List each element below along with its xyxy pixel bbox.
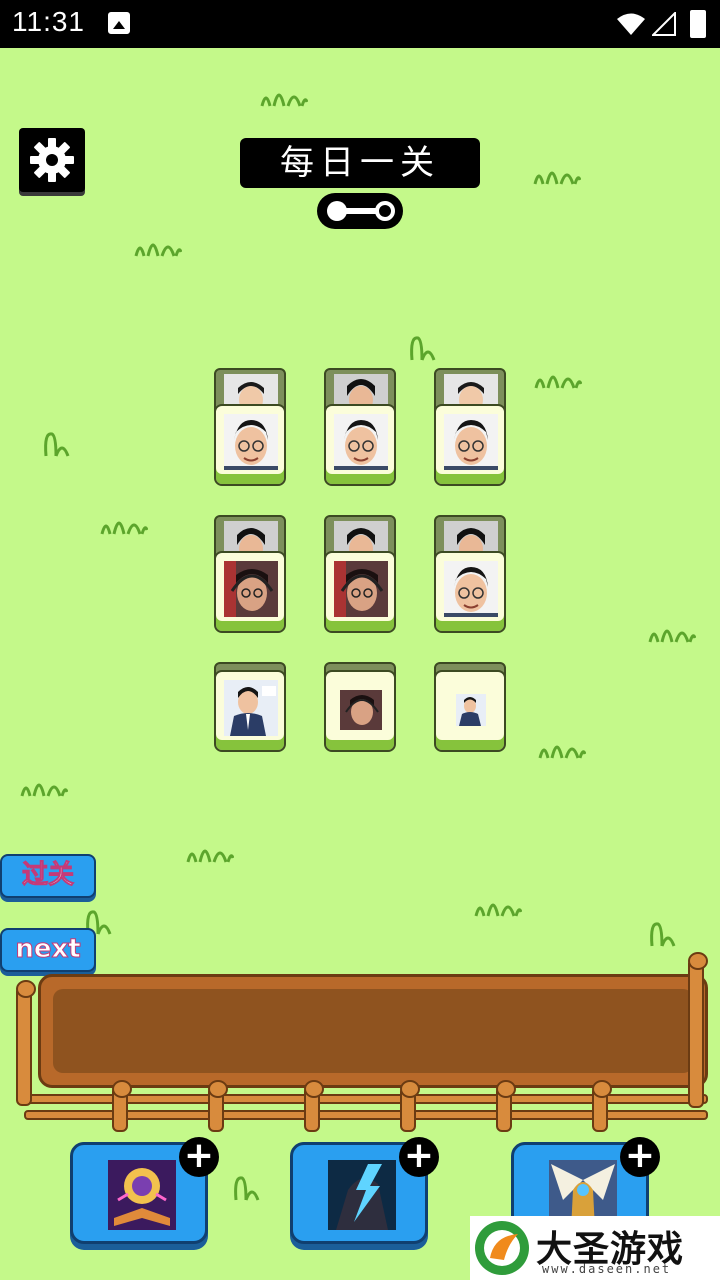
grass-icon — [533, 171, 581, 185]
grass-icon — [534, 375, 582, 389]
watermark: 大圣游戏网 www.daseen.net — [470, 1216, 720, 1280]
face-photo — [456, 694, 486, 726]
fence-post — [304, 1080, 324, 1132]
magic-book-icon — [108, 1160, 176, 1230]
site-logo-icon — [475, 1221, 529, 1275]
key-badge[interactable] — [317, 193, 403, 229]
add-powerup-button-2[interactable]: + — [399, 1137, 439, 1177]
tile-face[interactable] — [324, 404, 396, 486]
gallery-icon — [108, 12, 130, 34]
face-photo — [334, 561, 388, 617]
grass-icon — [260, 93, 308, 107]
fence-post — [16, 980, 36, 1106]
lightning-warrior-icon — [328, 1160, 396, 1230]
signal-icon — [652, 12, 676, 36]
fence-post — [496, 1080, 516, 1132]
tile-face[interactable] — [214, 670, 286, 752]
pass-level-button[interactable]: 过关 — [0, 854, 96, 898]
grass-icon — [134, 243, 182, 257]
key-icon — [327, 201, 395, 221]
add-powerup-button-1[interactable]: + — [179, 1137, 219, 1177]
next-button[interactable]: next — [0, 928, 96, 972]
level-title: 每日一关 — [240, 138, 480, 188]
grass-icon — [538, 745, 586, 759]
tile-face[interactable] — [434, 404, 506, 486]
tile-face[interactable] — [214, 404, 286, 486]
gear-icon — [30, 138, 74, 182]
face-photo — [444, 414, 498, 470]
powerup-button-1[interactable]: + — [70, 1137, 219, 1244]
status-time: 11:31 — [12, 6, 85, 37]
face-photo — [444, 561, 498, 617]
face-photo — [340, 690, 382, 730]
grass-icon — [44, 432, 70, 457]
grass-icon — [186, 849, 234, 863]
fence-post — [592, 1080, 612, 1132]
tile-face[interactable] — [434, 670, 506, 752]
slot-tray — [16, 952, 708, 1132]
face-photo — [224, 561, 278, 617]
grass-icon — [410, 336, 436, 361]
fence-post — [208, 1080, 228, 1132]
grass-icon — [100, 521, 148, 535]
grass-icon — [234, 1176, 260, 1201]
grass-icon — [474, 903, 522, 917]
grass-icon — [650, 922, 676, 947]
watermark-url: www.daseen.net — [542, 1262, 672, 1276]
face-photo — [224, 680, 278, 736]
fence-post — [400, 1080, 420, 1132]
powerup-button-2[interactable]: + — [290, 1137, 439, 1244]
tile-face[interactable] — [324, 551, 396, 633]
tray-board — [38, 974, 708, 1088]
grass-icon — [20, 783, 68, 797]
tile-face[interactable] — [434, 551, 506, 633]
grass-icon — [648, 629, 696, 643]
status-bar: 11:31 — [0, 0, 720, 48]
tray-slot-area — [53, 989, 693, 1073]
face-photo — [334, 414, 388, 470]
battery-icon — [690, 10, 706, 38]
tile-face[interactable] — [214, 551, 286, 633]
settings-button[interactable] — [19, 128, 85, 192]
wifi-icon — [617, 13, 645, 35]
face-photo — [224, 414, 278, 470]
add-powerup-button-3[interactable]: + — [620, 1137, 660, 1177]
tile-face[interactable] — [324, 670, 396, 752]
fence-post — [688, 952, 708, 1108]
fence-post — [112, 1080, 132, 1132]
